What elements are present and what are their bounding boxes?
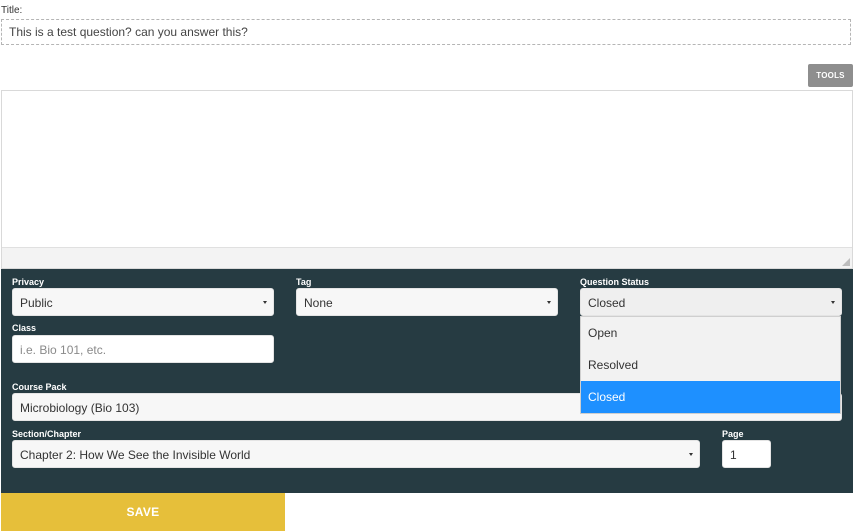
page-label: Page [722, 429, 744, 439]
course-pack-value: Microbiology (Bio 103) [20, 401, 140, 415]
privacy-value: Public [20, 296, 53, 310]
caret-down-icon [547, 301, 551, 304]
status-option-resolved[interactable]: Resolved [581, 349, 840, 381]
tag-label: Tag [296, 277, 312, 287]
question-status-label: Question Status [580, 277, 650, 287]
status-option-open[interactable]: Open [581, 317, 840, 349]
tag-value: None [304, 296, 333, 310]
caret-down-icon [263, 301, 267, 304]
page-input[interactable]: 1 [722, 440, 771, 468]
tag-select[interactable]: None [296, 288, 558, 316]
title-input[interactable]: This is a test question? can you answer … [1, 19, 851, 45]
question-status-value: Closed [588, 296, 626, 310]
caret-down-icon [831, 301, 835, 304]
tools-button[interactable]: TOOLS [808, 64, 853, 87]
status-option-closed[interactable]: Closed [581, 381, 840, 413]
section-chapter-select[interactable]: Chapter 2: How We See the Invisible Worl… [12, 440, 700, 468]
privacy-select[interactable]: Public [12, 288, 274, 316]
class-label: Class [12, 323, 37, 333]
class-input[interactable]: i.e. Bio 101, etc. [12, 335, 274, 363]
caret-down-icon [689, 453, 693, 456]
class-placeholder: i.e. Bio 101, etc. [20, 343, 107, 357]
section-chapter-value: Chapter 2: How We See the Invisible Worl… [20, 448, 251, 462]
privacy-label: Privacy [12, 277, 45, 287]
question-status-dropdown: Open Resolved Closed [580, 316, 841, 414]
page-value: 1 [730, 448, 737, 462]
title-label: Title: [1, 5, 23, 16]
course-pack-label: Course Pack [12, 382, 67, 392]
editor-statusbar [2, 247, 852, 268]
question-status-select[interactable]: Closed [580, 288, 842, 316]
section-chapter-label: Section/Chapter [12, 429, 82, 439]
body-editor[interactable] [1, 90, 853, 269]
resize-grip-icon[interactable] [842, 258, 850, 266]
save-button[interactable]: SAVE [1, 493, 285, 531]
